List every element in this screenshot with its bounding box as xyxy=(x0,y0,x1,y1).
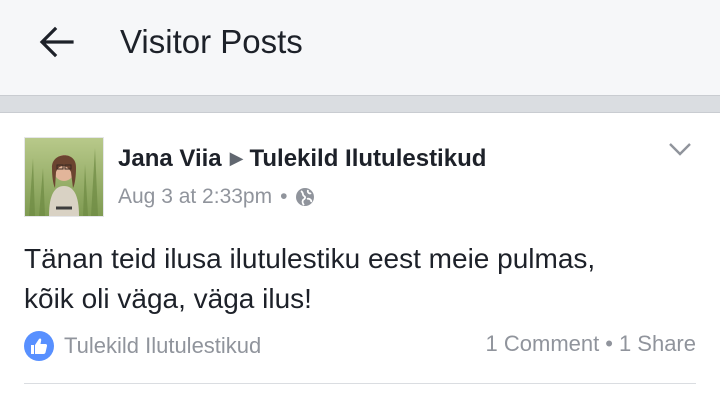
post-text-line: Tänan teid ilusa ilutulestiku eest meie … xyxy=(24,243,596,274)
thumbs-up-icon xyxy=(24,331,54,361)
post-divider xyxy=(24,383,696,384)
author-name-link[interactable]: Jana Viia xyxy=(118,145,222,172)
meta-separator: • xyxy=(280,185,288,208)
post-text-line: kõik oli väga, väga ilus! xyxy=(24,283,312,314)
engagement-counts: 1 Comment • 1 Share xyxy=(486,331,696,357)
page-title: Visitor Posts xyxy=(120,23,303,60)
likes-summary[interactable]: Tulekild Ilutulestikud xyxy=(24,331,261,361)
back-button[interactable] xyxy=(34,22,78,62)
counts-separator: • xyxy=(605,331,613,356)
comments-count-link[interactable]: 1 Comment xyxy=(486,331,600,357)
app-header: Visitor Posts xyxy=(0,0,720,96)
post-body: Tänan teid ilusa ilutulestiku eest meie … xyxy=(24,239,704,319)
chevron-down-icon xyxy=(669,143,691,156)
post-header: Jana Viia ▶ Tulekild Ilutulestikud xyxy=(118,143,486,176)
arrow-left-icon xyxy=(39,26,74,58)
author-avatar[interactable] xyxy=(24,137,104,217)
post-meta: Aug 3 at 2:33pm • xyxy=(118,183,315,211)
globe-icon xyxy=(296,188,315,206)
post-options-button[interactable] xyxy=(664,135,696,163)
section-divider xyxy=(0,96,720,113)
triangle-right-icon: ▶ xyxy=(229,148,244,168)
shares-count-link[interactable]: 1 Share xyxy=(619,331,696,357)
likes-label: Tulekild Ilutulestikud xyxy=(64,333,262,358)
target-page-link[interactable]: Tulekild Ilutulestikud xyxy=(249,145,486,172)
post-timestamp[interactable]: Aug 3 at 2:33pm xyxy=(118,183,272,211)
visitor-post: Jana Viia ▶ Tulekild Ilutulestikud Aug 3 a… xyxy=(0,113,720,406)
